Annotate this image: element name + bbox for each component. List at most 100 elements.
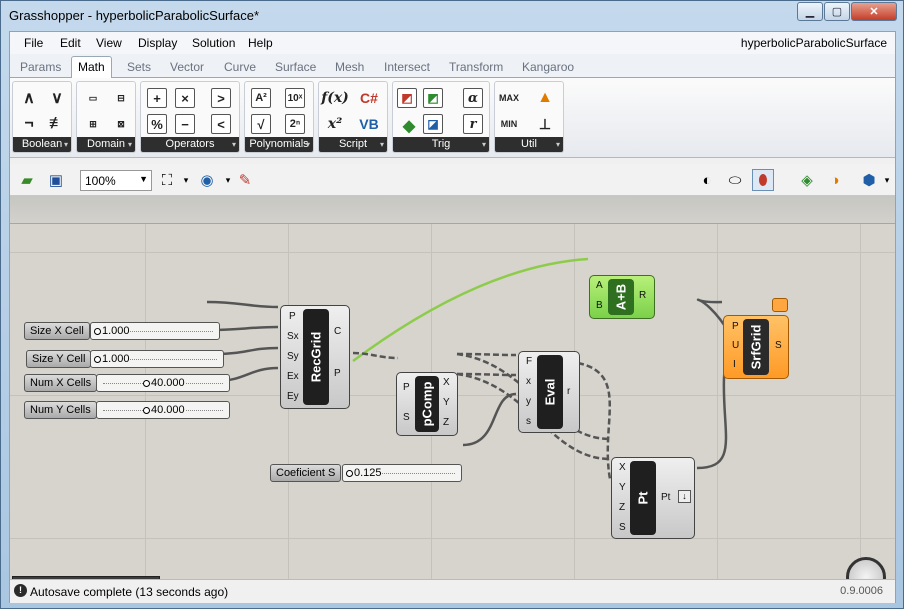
port-input[interactable]: P — [732, 321, 739, 332]
vb-script-icon[interactable]: VB — [357, 112, 381, 136]
power-of-2-icon[interactable]: 2ⁿ — [285, 114, 305, 134]
port-input[interactable]: x — [526, 376, 531, 387]
slider-num-y[interactable]: Num Y Cells 40.000 — [24, 401, 230, 419]
zoom-dropdown-icon[interactable]: ▾ — [175, 169, 197, 191]
port-input[interactable]: Sy — [287, 351, 299, 362]
multiplication-icon[interactable]: × — [175, 88, 195, 108]
tab-vector[interactable]: Vector — [170, 60, 204, 74]
domain-divide-icon[interactable]: ⊠ — [109, 112, 133, 136]
warning-balloon-icon[interactable] — [772, 298, 788, 312]
arc-sine-icon[interactable]: ◪ — [423, 114, 443, 134]
port-input[interactable]: I — [733, 359, 736, 370]
port-input[interactable]: U — [732, 340, 739, 351]
subtraction-icon[interactable]: − — [175, 114, 195, 134]
preview-eye-icon[interactable]: ◉ — [196, 169, 218, 191]
cosine-icon[interactable]: ◩ — [423, 88, 443, 108]
slider-knob[interactable] — [94, 328, 101, 335]
slider-knob[interactable] — [143, 407, 150, 414]
menu-edit[interactable]: Edit — [60, 36, 81, 50]
menu-help[interactable]: Help — [248, 36, 273, 50]
evaluate-icon[interactable]: x² — [323, 112, 347, 136]
menu-display[interactable]: Display — [138, 36, 177, 50]
port-output[interactable]: R — [639, 290, 646, 301]
radians-icon[interactable]: r — [463, 114, 483, 134]
component-recgrid[interactable]: P Sx Sy Ex Ey RecGrid C P — [280, 305, 350, 409]
menu-solution[interactable]: Solution — [192, 36, 235, 50]
port-output[interactable]: Y — [443, 397, 450, 408]
slider-num-x[interactable]: Num X Cells 40.000 — [24, 374, 230, 392]
tab-surface[interactable]: Surface — [275, 60, 316, 74]
save-file-icon[interactable]: ▣ — [45, 169, 67, 191]
ribbon-label-polynomials[interactable]: Polynomials ▾ — [245, 137, 313, 152]
slider-bar[interactable]: 40.000 — [96, 374, 230, 392]
addition-icon[interactable]: + — [147, 88, 167, 108]
preview-shaded-icon[interactable]: ⬭ — [724, 169, 746, 191]
mesh-dropdown-icon[interactable]: ▾ — [876, 169, 898, 191]
slider-size-y[interactable]: Size Y Cell 1.000 — [26, 350, 224, 368]
tab-params[interactable]: Params — [20, 60, 61, 74]
port-input[interactable]: S — [619, 522, 626, 533]
port-input[interactable]: Ey — [287, 391, 299, 402]
menu-file[interactable]: File — [24, 36, 43, 50]
close-button[interactable]: ✕ — [851, 2, 897, 21]
open-file-icon[interactable]: ▰ — [16, 169, 38, 191]
minimum-icon[interactable]: MIN — [497, 112, 521, 136]
component-pcomp[interactable]: P S pComp X Y Z — [396, 372, 458, 436]
sketch-pen-icon[interactable]: ✎ — [234, 169, 256, 191]
domain-construct-icon[interactable]: ⊟ — [109, 86, 133, 110]
tab-transform[interactable]: Transform — [449, 60, 503, 74]
port-input[interactable]: F — [526, 356, 532, 367]
ribbon-label-boolean[interactable]: Boolean ▾ — [13, 137, 71, 152]
slider-bar[interactable]: 1.000 — [90, 322, 220, 340]
port-output[interactable]: Pt — [661, 492, 670, 503]
slider-bar[interactable]: 0.125 — [342, 464, 462, 482]
grasshopper-canvas[interactable]: Size X Cell 1.000 Size Y Cell 1.000 Num … — [10, 224, 895, 579]
port-input[interactable]: Z — [619, 502, 625, 513]
port-input[interactable]: S — [403, 412, 410, 423]
slider-bar[interactable]: 1.000 — [90, 350, 224, 368]
slider-knob[interactable] — [143, 380, 150, 387]
slider-size-x[interactable]: Size X Cell 1.000 — [24, 322, 220, 340]
tangent-icon[interactable]: ◆ — [397, 114, 421, 138]
display-color-icon[interactable]: ◑ — [824, 169, 846, 191]
port-output[interactable]: r — [567, 386, 570, 397]
tab-intersect[interactable]: Intersect — [384, 60, 430, 74]
port-input[interactable]: P — [403, 382, 410, 393]
port-output[interactable]: X — [443, 377, 450, 388]
or-gate-icon[interactable]: ∨ — [45, 86, 69, 110]
filter-icon[interactable]: ⊥ — [533, 112, 557, 136]
ribbon-label-util[interactable]: Util ▾ — [495, 137, 563, 152]
slider-bar[interactable]: 40.000 — [96, 401, 230, 419]
grip-arrow-icon[interactable]: ↓ — [678, 490, 691, 503]
port-output[interactable]: C — [334, 326, 341, 337]
menu-view[interactable]: View — [96, 36, 122, 50]
ribbon-label-trig[interactable]: Trig ▾ — [393, 137, 489, 152]
port-output[interactable]: Z — [443, 417, 449, 428]
material-icon[interactable]: ◈ — [796, 169, 818, 191]
tab-math[interactable]: Math — [71, 56, 112, 79]
component-srfgrid[interactable]: P U I SrfGrid S — [723, 315, 789, 379]
title-bar[interactable]: Grasshopper - hyperbolicParabolicSurface… — [1, 1, 903, 31]
gate-icon[interactable]: ▲ — [533, 86, 557, 110]
slider-coeficient-s[interactable]: Coeficient S 0.125 — [270, 464, 466, 482]
tab-kangaroo[interactable]: Kangaroo — [522, 60, 574, 74]
expression-icon[interactable]: f(x) — [321, 86, 349, 110]
tab-sets[interactable]: Sets — [127, 60, 151, 74]
not-gate-icon[interactable]: ¬ — [17, 112, 41, 136]
slider-knob[interactable] — [346, 470, 353, 477]
slider-knob[interactable] — [94, 356, 101, 363]
ribbon-label-script[interactable]: Script ▾ — [319, 137, 387, 152]
minimize-button[interactable]: ▁ — [797, 2, 823, 21]
square-root-icon[interactable]: √ — [251, 114, 271, 134]
component-addition[interactable]: A B A+B R — [589, 275, 655, 319]
port-input[interactable]: y — [526, 396, 531, 407]
zoom-select[interactable]: 100% ▼ — [80, 170, 152, 191]
port-input[interactable]: Y — [619, 482, 626, 493]
preview-selected-icon[interactable]: ⬮ — [752, 169, 774, 191]
port-input[interactable]: B — [596, 300, 603, 311]
domain-bounds-icon[interactable]: ▭ — [81, 86, 105, 110]
port-input[interactable]: s — [526, 416, 531, 427]
domain-deconstruct-icon[interactable]: ⊞ — [81, 112, 105, 136]
maximize-button[interactable]: ▢ — [824, 2, 850, 21]
maximum-icon[interactable]: MAX — [497, 86, 521, 110]
